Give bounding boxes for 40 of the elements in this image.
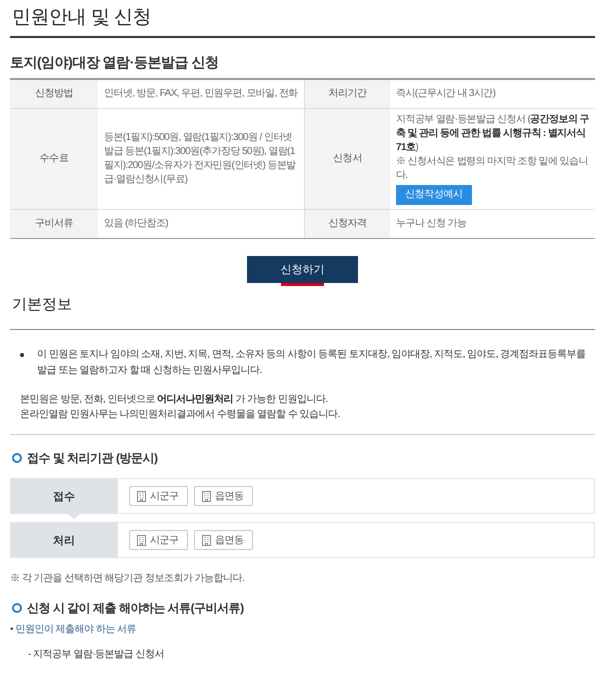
table-header-cell: 처리기간 bbox=[304, 80, 390, 109]
document-group-heading: • 민원인이 제출해야 하는 서류 bbox=[10, 623, 138, 637]
form-description: ※ 신청서식은 법령의 마지막 조항 밑에 있습니다. bbox=[396, 155, 589, 183]
building-icon bbox=[137, 490, 146, 502]
table-header-cell: 신청자격 bbox=[304, 210, 390, 238]
office-button[interactable]: 읍면동 bbox=[194, 486, 253, 506]
form-description: 지적공부 열람·등본발급 신청서 (공간정보의 구축 및 관리 등에 관한 법률 시행규칙 : 별지서식 71호) bbox=[396, 113, 589, 155]
page-title: 민원안내 및 신청 bbox=[10, 0, 595, 38]
building-icon bbox=[137, 534, 146, 546]
form-example-button[interactable]: 신청작성예시 bbox=[396, 185, 472, 205]
apply-button[interactable]: 신청하기 bbox=[247, 256, 358, 283]
ring-bullet-icon bbox=[12, 603, 22, 613]
office-button[interactable]: 시군구 bbox=[129, 486, 188, 506]
bullet-text: 이 민원은 토지나 임야의 소재, 지번, 지목, 면적, 소유자 등의 사항이 등록된 토지대장, 임야대장, 지적도, 임야도, 경계점좌표등록부를 발급 또는 열람하고자 할 때 신청하는 민원사무입니다. bbox=[36, 348, 587, 378]
table-cell-text: 인터넷, 방문, FAX, 우편, 민원우편, 모바일, 전화 bbox=[104, 87, 298, 101]
table-cell-text: 등본(1필지):500원, 열람(1필지):300원 / 인터넷발급 등본(1필지):300원(추가장당 50원), 열람(1필지):200원/소유자가 전자민원(인터넷) 등본발급·열람신청시(무료) bbox=[104, 131, 297, 187]
agency-note: ※ 각 기관을 선택하면 해당기관 정보조회가 가능합니다. bbox=[10, 572, 246, 586]
ring-bullet-icon bbox=[12, 453, 22, 463]
table-cell-text: 누구나 신청 가능 bbox=[396, 217, 466, 231]
building-icon bbox=[202, 490, 211, 502]
document-item: - 지적공부 열람·등본발급 신청서 bbox=[27, 648, 165, 662]
building-icon bbox=[202, 534, 211, 546]
service-title: 토지(임야)대장 열람·등본발급 신청 bbox=[10, 53, 220, 72]
info-note: 온라인열람 민원사무는 나의민원처리결과에서 수령물을 열람할 수 있습니다. bbox=[20, 408, 341, 422]
row-header: 접수 bbox=[10, 478, 118, 514]
subsection-title: 신청 시 같이 제출 해야하는 서류(구비서류) bbox=[27, 600, 244, 616]
table-header-cell: 구비서류 bbox=[10, 210, 98, 238]
table-cell-text: 있음 (하단참조) bbox=[104, 217, 168, 231]
office-button[interactable]: 시군구 bbox=[129, 530, 188, 550]
info-note: 본민원은 방문, 전화, 인터넷으로 어디서나민원처리 가 가능한 민원입니다. bbox=[20, 393, 329, 407]
office-button[interactable]: 읍면동 bbox=[194, 530, 253, 550]
down-triangle-icon bbox=[68, 514, 80, 519]
subsection-title: 접수 및 처리기관 (방문시) bbox=[27, 450, 158, 466]
section-title: 기본정보 bbox=[10, 294, 595, 330]
bullet-icon bbox=[20, 353, 24, 357]
row-header: 처리 bbox=[10, 522, 118, 558]
table-header-cell: 수수료 bbox=[10, 109, 98, 210]
table-header-cell: 신청방법 bbox=[10, 80, 98, 109]
table-cell-text: 즉시(근무시간 내 3시간) bbox=[396, 87, 496, 101]
table-header-cell: 신청서 bbox=[304, 109, 390, 210]
